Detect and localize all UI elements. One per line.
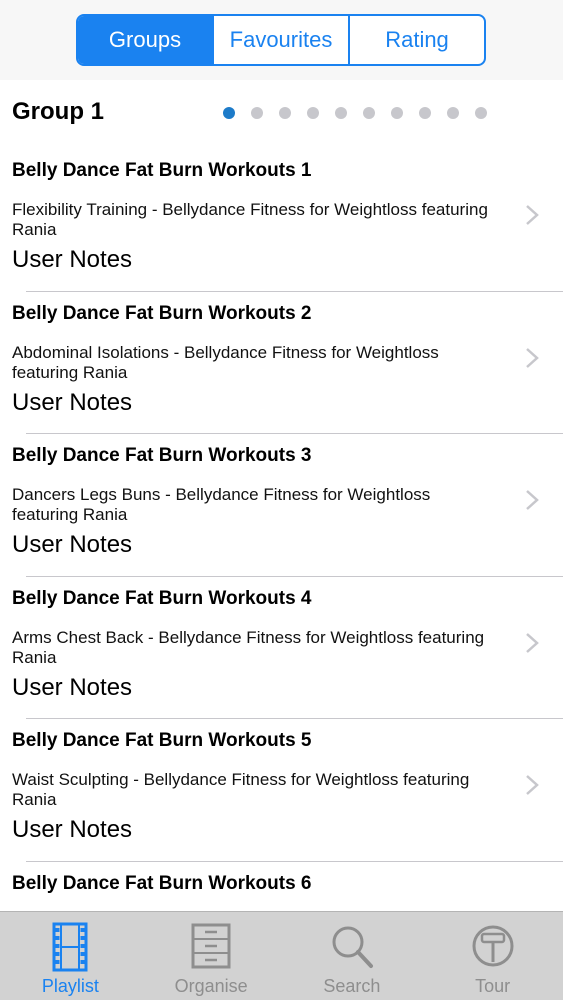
magnifier-icon <box>332 926 373 968</box>
chevron-right-icon <box>526 632 539 653</box>
list-item[interactable]: Belly Dance Fat Burn Workouts 4 Arms Che… <box>0 576 563 719</box>
tab-playlist[interactable]: Playlist <box>0 912 141 1000</box>
item-subtitle: Abdominal Isolations - Bellydance Fitnes… <box>12 342 439 382</box>
tab-tour[interactable]: Tour <box>422 912 563 1000</box>
film-strip-icon <box>52 922 88 972</box>
page-dot-5[interactable] <box>335 107 347 119</box>
tab-label-playlist: Playlist <box>41 976 99 996</box>
item-title: Belly Dance Fat Burn Workouts 2 <box>12 302 312 324</box>
page-dot-7[interactable] <box>391 107 403 119</box>
tab-label-tour: Tour <box>475 976 511 996</box>
item-title: Belly Dance Fat Burn Workouts 3 <box>12 445 312 466</box>
item-notes: User Notes <box>12 673 133 701</box>
chevron-right-icon <box>526 347 539 368</box>
list-item[interactable]: Belly Dance Fat Burn Workouts 6 <box>0 861 563 912</box>
segment-rating[interactable]: Rating <box>350 16 484 64</box>
chevron-right-icon <box>526 490 539 510</box>
page-dot-4[interactable] <box>307 107 319 119</box>
page-dot-8[interactable] <box>419 107 431 119</box>
item-subtitle: Dancers Legs Buns - Bellydance Fitness f… <box>12 485 431 524</box>
chevron-right-icon <box>526 775 539 795</box>
list-item[interactable]: Belly Dance Fat Burn Workouts 2 Abdomina… <box>0 291 563 434</box>
chevron-right-icon <box>526 205 539 225</box>
page-dot-3[interactable] <box>279 107 291 119</box>
page-dot-6[interactable] <box>363 107 375 119</box>
item-title: Belly Dance Fat Burn Workouts 4 <box>12 587 312 609</box>
list-item[interactable]: Belly Dance Fat Burn Workouts 5 Waist Sc… <box>0 718 563 862</box>
segment-groups[interactable]: Groups <box>78 16 214 64</box>
tab-search[interactable]: Search <box>282 912 423 1000</box>
item-notes: User Notes <box>12 246 133 273</box>
segment-favourites[interactable]: Favourites <box>214 16 350 64</box>
list-item[interactable]: Belly Dance Fat Burn Workouts 1 Flexibil… <box>0 148 563 292</box>
segmented-control: Groups Favourites Rating <box>76 14 486 66</box>
tab-organise[interactable]: Organise <box>141 912 282 1000</box>
item-notes: User Notes <box>12 388 133 416</box>
tab-label-organise: Organise <box>174 976 248 996</box>
tab-bar: Playlist Organise Search Tour <box>0 911 563 1000</box>
signpost-icon <box>472 925 514 967</box>
item-subtitle: Waist Sculpting - Bellydance Fitness for… <box>12 770 470 809</box>
filing-cabinet-icon <box>191 923 231 969</box>
tab-label-search: Search <box>323 976 381 996</box>
workout-list[interactable]: Belly Dance Fat Burn Workouts 1 Flexibil… <box>0 148 563 911</box>
page-dot-1[interactable] <box>223 107 235 119</box>
page-dot-2[interactable] <box>251 107 263 119</box>
group-title: Group 1 <box>12 98 105 125</box>
item-title: Belly Dance Fat Burn Workouts 5 <box>12 730 312 751</box>
page-dot-10[interactable] <box>475 107 487 119</box>
item-title: Belly Dance Fat Burn Workouts 1 <box>12 160 312 181</box>
page-dot-9[interactable] <box>447 107 459 119</box>
page-indicator[interactable] <box>223 107 503 119</box>
item-notes: User Notes <box>12 531 133 558</box>
item-notes: User Notes <box>12 816 133 843</box>
list-item[interactable]: Belly Dance Fat Burn Workouts 3 Dancers … <box>0 433 563 577</box>
item-subtitle: Arms Chest Back - Bellydance Fitness for… <box>12 627 485 667</box>
item-title: Belly Dance Fat Burn Workouts 6 <box>12 872 312 894</box>
top-bar: Groups Favourites Rating <box>0 0 563 80</box>
item-subtitle: Flexibility Training - Bellydance Fitnes… <box>12 200 488 239</box>
